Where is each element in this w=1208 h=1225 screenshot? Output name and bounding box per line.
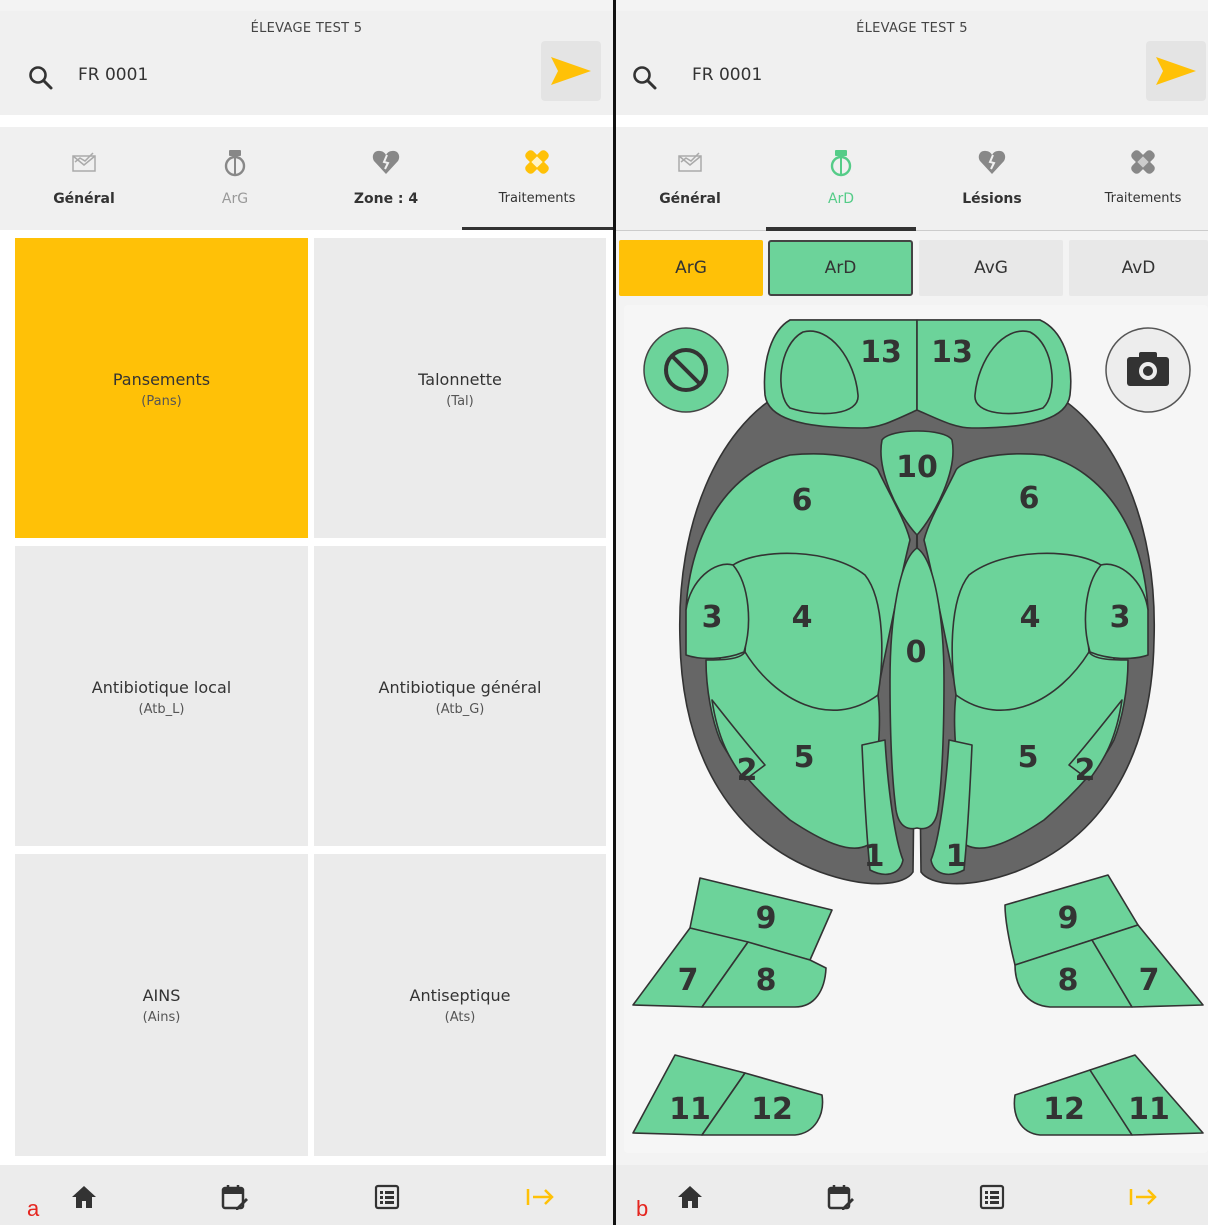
zone-label: 13 [860, 335, 902, 370]
zone-label: 5 [794, 740, 815, 775]
camera-button[interactable] [1105, 327, 1191, 413]
zone-label: 4 [792, 600, 813, 635]
treatment-antiseptique[interactable]: Antiseptique (Ats) [314, 854, 606, 1156]
tab-label: Zone : 4 [353, 191, 419, 207]
panel-b: ÉLEVAGE TEST 5 FR 0001 Général ArD Lésio… [616, 0, 1208, 1225]
panel-label: a [27, 1196, 40, 1221]
zone-label: 6 [1019, 481, 1040, 516]
tab-label: ArG [221, 191, 249, 207]
treatment-name: Antibiotique local [91, 678, 232, 697]
panel-a: ÉLEVAGE TEST 5 FR 0001 Général ArG Zone … [0, 0, 613, 1225]
bandage-icon [525, 150, 549, 174]
zone-label: 2 [737, 753, 758, 788]
treatment-ains[interactable]: AINS (Ains) [15, 854, 308, 1156]
zone-label: 11 [669, 1092, 711, 1127]
treatment-code: (Ains) [142, 1010, 181, 1025]
zone-label: 0 [906, 635, 927, 670]
search-icon[interactable] [28, 65, 54, 91]
header: ÉLEVAGE TEST 5 FR 0001 [0, 11, 613, 115]
treatment-name: Talonnette [418, 370, 502, 389]
treatment-pansements[interactable]: Pansements (Pans) [15, 238, 308, 538]
zone-label: 13 [931, 335, 973, 370]
tab-bar: Général ArG Zone : 4 Traitements [0, 127, 613, 231]
tab-arg[interactable]: ArG [160, 127, 310, 230]
zone-label: 1 [946, 839, 967, 874]
list-icon[interactable] [978, 1183, 1006, 1211]
treatment-antibiotique-general[interactable]: Antibiotique général (Atb_G) [314, 546, 606, 846]
tab-label: Traitements [498, 191, 576, 206]
zone-label: 9 [1058, 901, 1079, 936]
zone-label: 2 [1075, 753, 1096, 788]
treatment-name: Antiseptique [409, 986, 511, 1005]
zone-label: 11 [1128, 1092, 1170, 1127]
chart-envelope-icon [72, 152, 96, 172]
zone-label: 12 [1043, 1092, 1085, 1127]
send-icon [551, 57, 591, 85]
hoof-zone-map: 13 13 10 6 6 3 4 0 4 3 5 5 2 2 1 1 9 9 7… [632, 319, 1204, 1136]
zone-label: 10 [896, 450, 938, 485]
treatment-name: Antibiotique général [378, 678, 542, 697]
zone-label: 3 [702, 600, 723, 635]
bottom-nav [616, 1165, 1208, 1225]
broken-heart-icon [372, 150, 400, 174]
logout-icon[interactable] [1128, 1183, 1158, 1211]
zone-label: 8 [1058, 963, 1079, 998]
home-icon[interactable] [70, 1183, 98, 1211]
send-button[interactable] [541, 41, 601, 101]
treatment-antibiotique-local[interactable]: Antibiotique local (Atb_L) [15, 546, 308, 846]
treatment-code: (Tal) [446, 394, 474, 409]
zone-label: 7 [678, 963, 699, 998]
logout-icon[interactable] [525, 1183, 555, 1211]
treatment-name: AINS [142, 986, 181, 1005]
zone-0[interactable] [889, 547, 945, 830]
treatment-name: Pansements [112, 370, 211, 389]
zone-label: 6 [792, 483, 813, 518]
treatment-code: (Ats) [444, 1010, 476, 1025]
bottom-nav [0, 1165, 613, 1225]
treatment-code: (Atb_G) [435, 702, 485, 717]
home-icon[interactable] [676, 1183, 704, 1211]
zone-label: 1 [864, 839, 885, 874]
camera-icon [1127, 352, 1169, 386]
farm-name: ÉLEVAGE TEST 5 [250, 21, 363, 36]
calendar-edit-icon[interactable] [220, 1183, 248, 1211]
panel-label: b [636, 1196, 649, 1221]
tab-label: Général [53, 191, 115, 207]
animal-id[interactable]: FR 0001 [78, 65, 148, 85]
zone-label: 8 [756, 963, 777, 998]
zone-label: 7 [1139, 963, 1160, 998]
treatment-grid: Pansements (Pans) Talonnette (Tal) Antib… [0, 230, 613, 1165]
zone-label: 3 [1110, 600, 1131, 635]
treatment-code: (Pans) [141, 394, 182, 409]
treatment-talonnette[interactable]: Talonnette (Tal) [314, 238, 606, 538]
zone-label: 12 [751, 1092, 793, 1127]
zone-label: 9 [756, 901, 777, 936]
tab-general[interactable]: Général [10, 127, 158, 230]
hoof-icon [224, 150, 246, 177]
zone-label: 5 [1018, 740, 1039, 775]
zone-label: 4 [1020, 600, 1041, 635]
calendar-edit-icon[interactable] [826, 1183, 854, 1211]
tab-zone[interactable]: Zone : 4 [312, 127, 460, 230]
treatment-code: (Atb_L) [138, 702, 185, 717]
disable-zone-button[interactable] [643, 327, 729, 413]
tab-traitements[interactable]: Traitements [462, 127, 612, 230]
list-icon[interactable] [373, 1183, 401, 1211]
